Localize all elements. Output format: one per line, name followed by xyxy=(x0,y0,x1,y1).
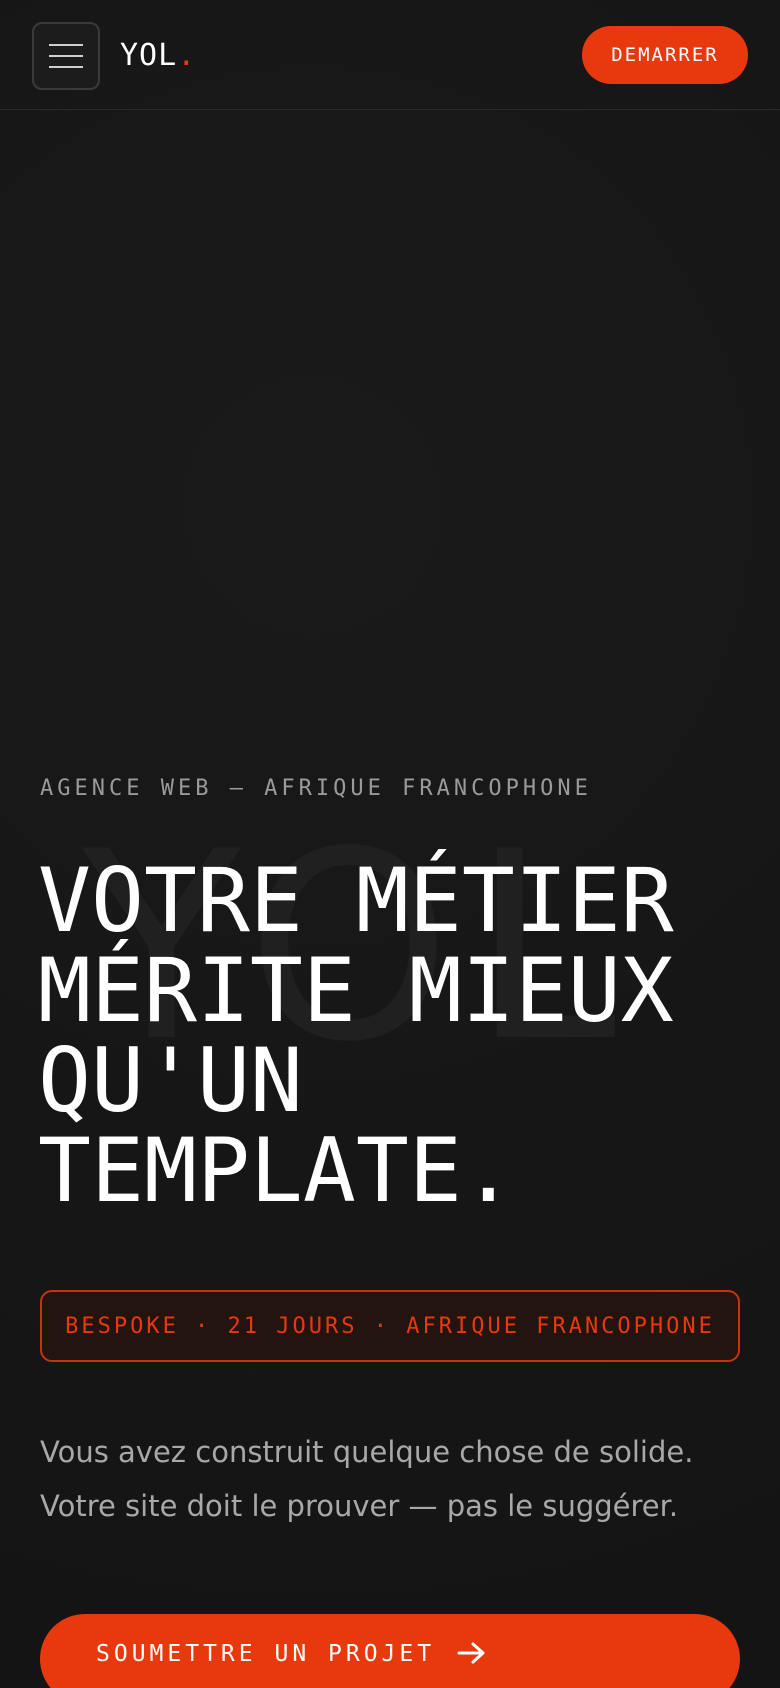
submit-project-label: SOUMETTRE UN PROJET xyxy=(96,1641,436,1667)
brand-logo-dot: . xyxy=(177,38,197,73)
tagline-badge: BESPOKE · 21 JOURS · AFRIQUE FRANCOPHONE xyxy=(40,1290,740,1362)
hamburger-menu-icon-line xyxy=(49,55,83,57)
headline-line: TEMPLATE. xyxy=(38,1119,515,1222)
headline-line: MÉRITE MIEUX xyxy=(38,939,674,1042)
top-nav-bar: YOL. DEMARRER xyxy=(0,0,780,110)
brand-logo[interactable]: YOL. xyxy=(120,36,196,76)
hamburger-menu-icon xyxy=(49,44,83,46)
brand-logo-text: YOL xyxy=(120,38,178,73)
intro-line: Votre site doit le prouver — pas le sugg… xyxy=(40,1489,679,1523)
menu-button[interactable] xyxy=(32,22,100,90)
headline-line: VOTRE MÉTIER xyxy=(38,849,674,952)
submit-project-button[interactable]: SOUMETTRE UN PROJET xyxy=(40,1614,740,1688)
intro-line: Vous avez construit quelque chose de sol… xyxy=(40,1435,694,1469)
start-button[interactable]: DEMARRER xyxy=(582,26,748,84)
hero-headline: VOTRE MÉTIER MÉRITE MIEUX QU'UN TEMPLATE… xyxy=(38,856,758,1216)
hero-intro: Vous avez construit quelque chose de sol… xyxy=(40,1425,750,1533)
arrow-right-icon xyxy=(457,1642,485,1664)
page: YOL. DEMARRER AGENCE WEB — AFRIQUE FRANC… xyxy=(0,0,780,1688)
hamburger-menu-icon-line xyxy=(49,66,83,68)
headline-line: QU'UN xyxy=(38,1029,303,1132)
